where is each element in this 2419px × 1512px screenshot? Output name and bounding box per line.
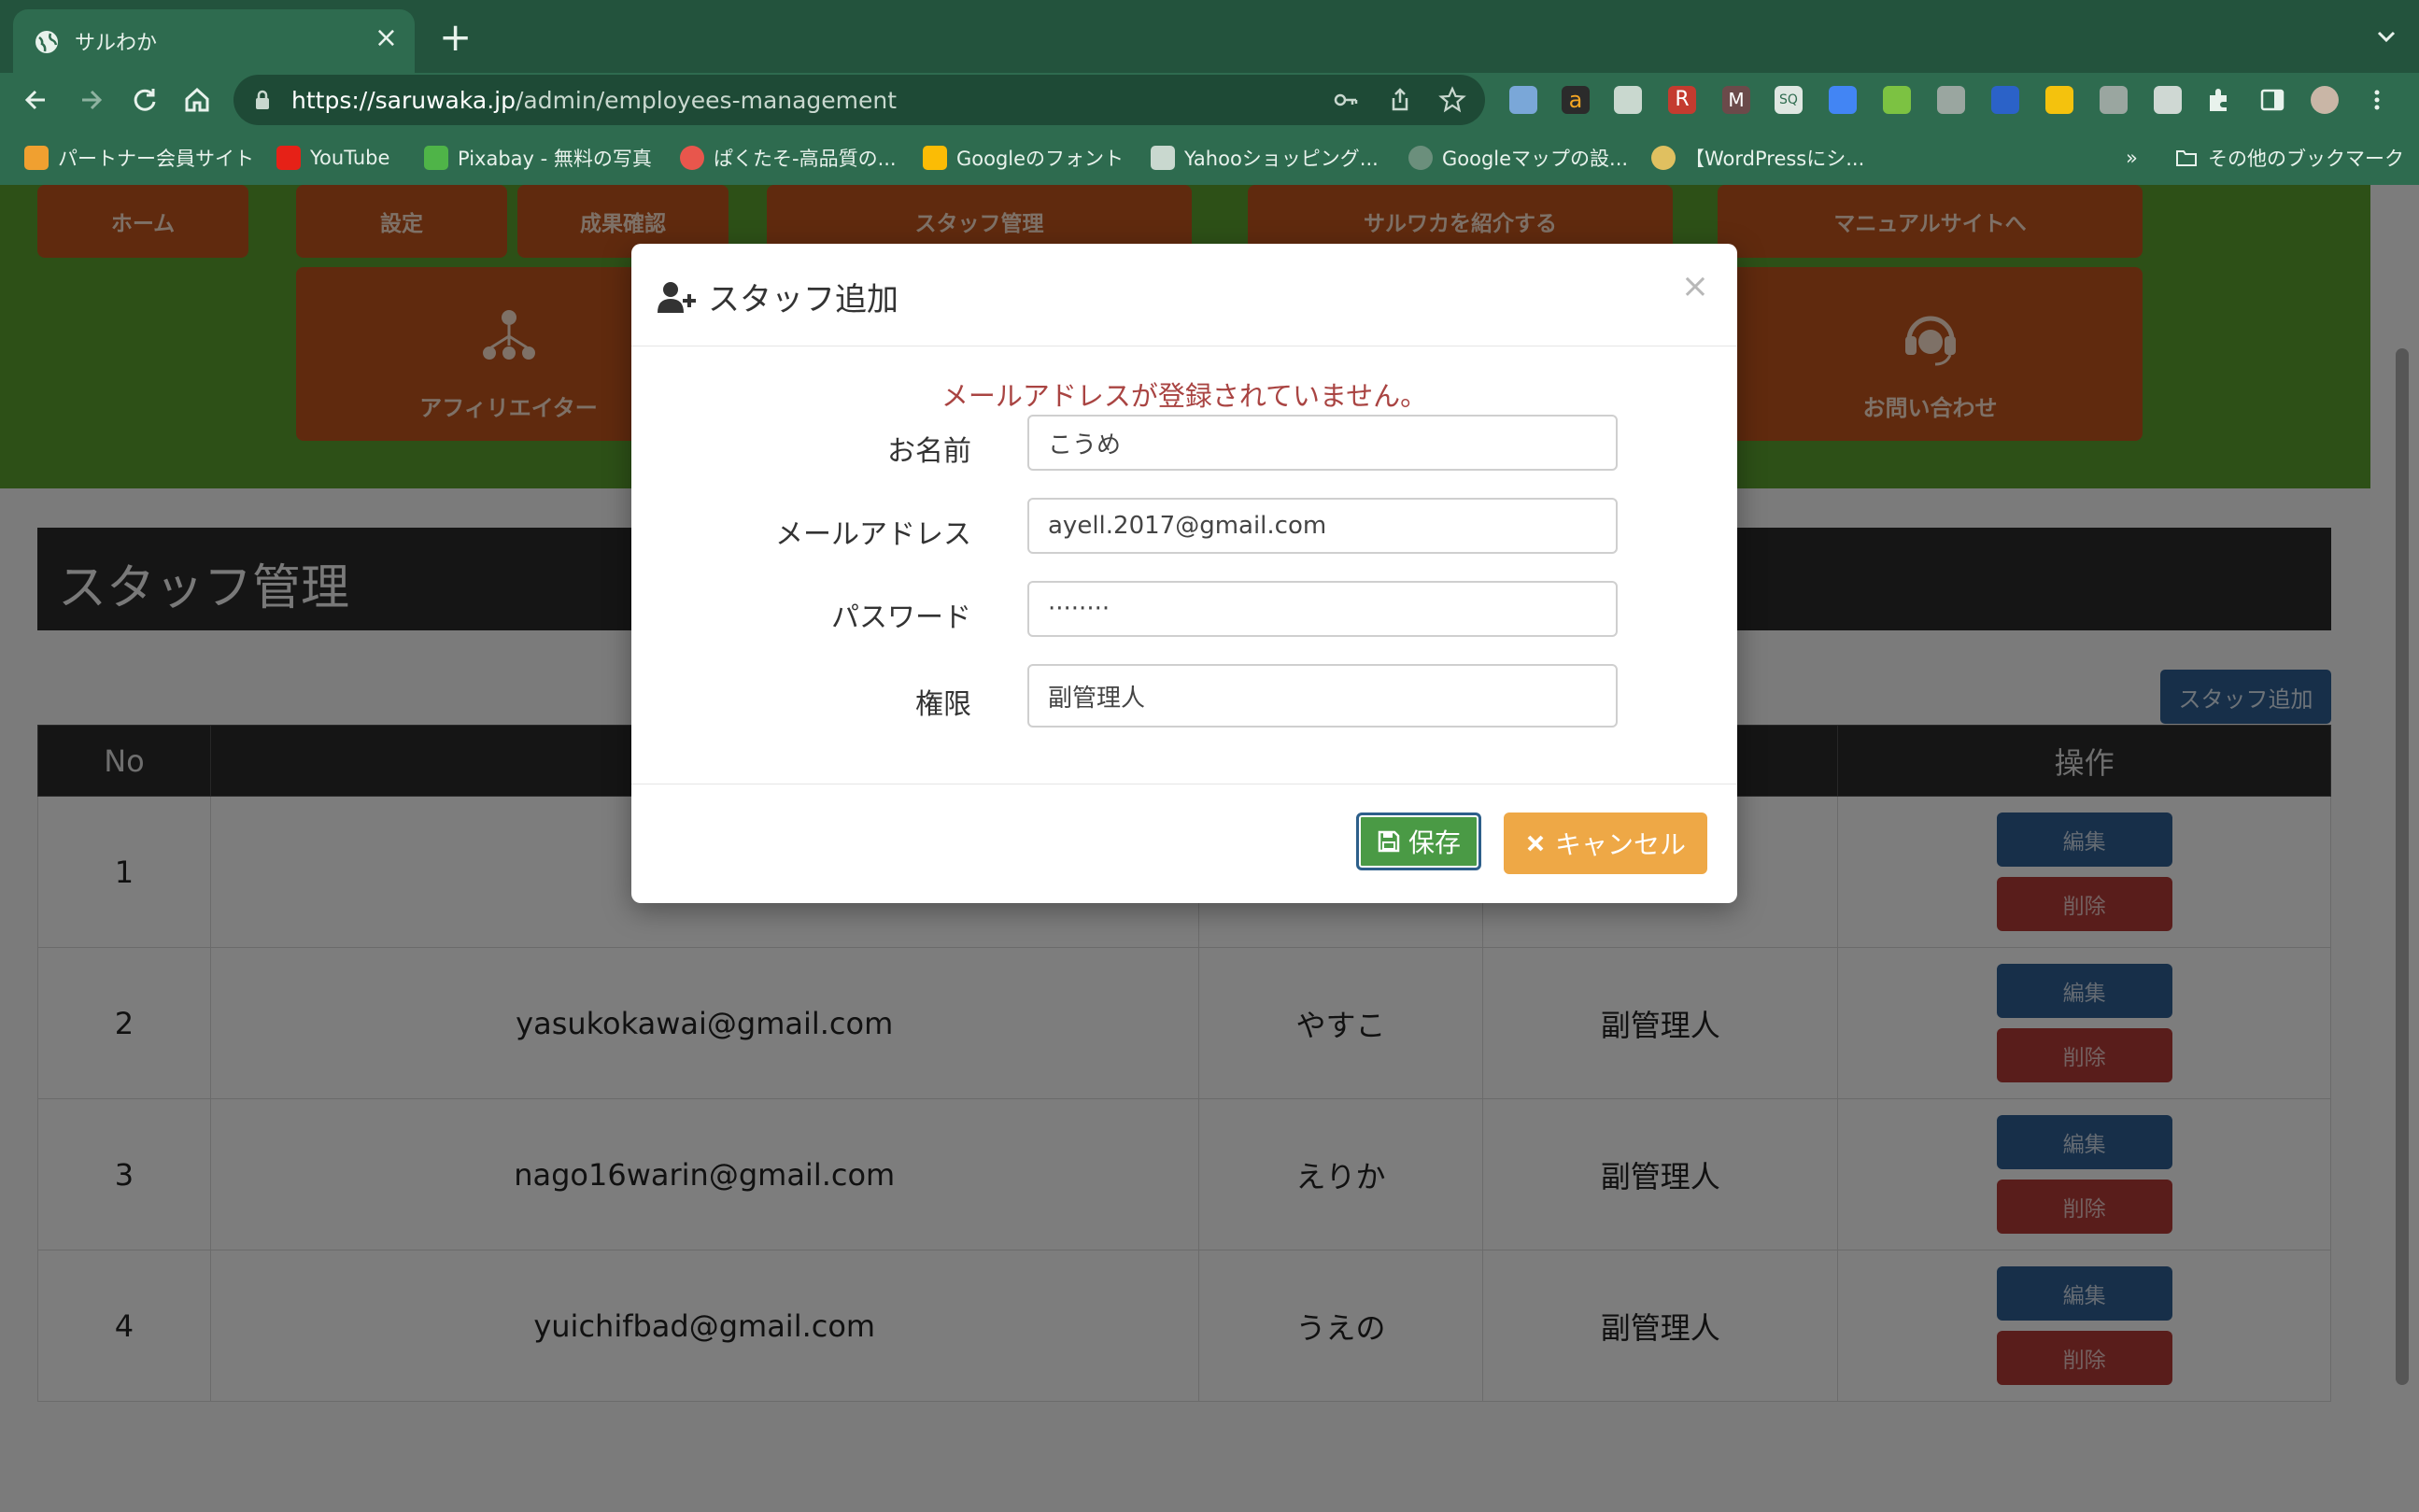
password-row: パスワード ········ xyxy=(631,581,1737,637)
bookmark-item[interactable]: Pixabay - 無料の写真 xyxy=(424,144,652,172)
cancel-button[interactable]: キャンセル xyxy=(1504,813,1707,874)
home-icon[interactable] xyxy=(177,80,217,120)
back-icon[interactable] xyxy=(17,80,56,120)
amazon-icon[interactable]: a xyxy=(1562,86,1590,114)
floppy-disk-icon xyxy=(1378,830,1400,853)
email-label: メールアドレス xyxy=(775,518,971,551)
browser-toolbar: https://saruwaka.jp/admin/employees-mana… xyxy=(0,73,2419,127)
bookmark-icon xyxy=(1408,146,1433,170)
gmail-icon xyxy=(1151,146,1175,170)
email-field[interactable]: ayell.2017@gmail.com xyxy=(1027,498,1618,554)
bookmark-item[interactable]: パートナー会員サイト xyxy=(24,144,254,172)
dialog-footer: 保存 キャンセル xyxy=(631,784,1737,903)
bookmark-item[interactable]: Googleのフォント xyxy=(923,144,1124,172)
chevron-down-icon[interactable] xyxy=(2372,22,2400,50)
name-row: お名前 こうめ xyxy=(631,415,1737,471)
bookmark-item[interactable]: Googleマップの設... xyxy=(1408,144,1628,172)
share-icon[interactable] xyxy=(1386,86,1414,114)
save-button[interactable]: 保存 xyxy=(1356,813,1481,870)
error-message: メールアドレスが登録されていません。 xyxy=(941,380,1428,412)
bookmark-item[interactable]: YouTube xyxy=(276,144,389,172)
extension-photo-icon[interactable] xyxy=(1509,86,1537,114)
bookmarks-overflow[interactable]: » xyxy=(2126,144,2138,172)
forward-icon[interactable] xyxy=(71,80,110,120)
extensions-puzzle-icon[interactable] xyxy=(2204,86,2232,114)
star-icon[interactable] xyxy=(1438,86,1466,114)
bookmark-item[interactable]: ぱくたそ-高品質の... xyxy=(680,144,897,172)
role-label: 権限 xyxy=(915,688,971,721)
password-field[interactable]: ········ xyxy=(1027,581,1618,637)
sync-extension-icon[interactable] xyxy=(2154,86,2182,114)
role-select[interactable]: 副管理人 xyxy=(1027,664,1618,728)
bookmark-icon xyxy=(680,146,704,170)
side-panel-icon[interactable] xyxy=(2258,86,2286,114)
save-label: 保存 xyxy=(1408,827,1461,858)
clover-extension-icon[interactable] xyxy=(1883,86,1911,114)
scrollbar-thumb[interactable] xyxy=(2396,348,2409,1385)
dialog-header: スタッフ追加 × xyxy=(631,244,1737,346)
tab-title: サルわか xyxy=(75,32,158,55)
bookmark-item[interactable]: 【WordPressにシ... xyxy=(1651,144,1864,172)
google-extension-icon[interactable] xyxy=(1829,86,1857,114)
page: ホーム 設定 成果確認 スタッフ管理 サルワカを紹介する マニュアルサイトへ ア… xyxy=(0,185,2419,1512)
mail-extension-icon[interactable] xyxy=(1614,86,1642,114)
more-menu-icon[interactable] xyxy=(2363,86,2391,114)
user-plus-icon xyxy=(658,282,696,313)
youtube-icon xyxy=(276,146,301,170)
name-label: お名前 xyxy=(887,435,971,468)
bookmark-item[interactable]: Yahooショッピング... xyxy=(1151,144,1379,172)
browser-chrome: サルわか × + https://saruwaka.jp/admin/emplo… xyxy=(0,0,2419,185)
scrollbar-track[interactable] xyxy=(2370,185,2419,1512)
m-extension-icon[interactable]: M xyxy=(1722,86,1750,114)
new-tab-button[interactable]: + xyxy=(439,18,472,57)
name-field[interactable]: こうめ xyxy=(1027,415,1618,471)
browser-tab[interactable]: サルわか × xyxy=(13,9,415,73)
puzzle-extension-icon[interactable] xyxy=(2100,86,2128,114)
avatar[interactable] xyxy=(2311,86,2339,114)
other-bookmarks[interactable]: その他のブックマーク xyxy=(2174,144,2404,172)
lock-icon[interactable] xyxy=(254,90,271,110)
bookmarks-bar: パートナー会員サイト YouTube Pixabay - 無料の写真 ぱくたそ-… xyxy=(0,133,2419,181)
rakuten-extension-icon[interactable]: R xyxy=(1668,86,1696,114)
key-icon[interactable] xyxy=(1332,86,1360,114)
address-bar[interactable]: https://saruwaka.jp/admin/employees-mana… xyxy=(233,75,1485,125)
close-icon xyxy=(1527,835,1544,852)
url-text: https://saruwaka.jp/admin/employees-mana… xyxy=(291,87,898,114)
reload-icon[interactable] xyxy=(125,80,164,120)
google-fonts-icon xyxy=(923,146,947,170)
sq-extension-icon[interactable]: SQ xyxy=(1775,86,1803,114)
drive-extension-icon[interactable] xyxy=(2045,86,2073,114)
bookmark-icon xyxy=(1651,146,1676,170)
folder-icon xyxy=(2176,150,2197,166)
close-icon[interactable]: × xyxy=(1681,270,1709,304)
password-label: パスワード xyxy=(831,601,971,634)
add-staff-dialog: スタッフ追加 × メールアドレスが登録されていません。 お名前 こうめ メールア… xyxy=(631,244,1737,903)
dropbox-extension-icon[interactable] xyxy=(1991,86,2019,114)
globe-icon xyxy=(35,31,58,53)
pixabay-icon xyxy=(424,146,448,170)
role-row: 権限 副管理人 xyxy=(631,664,1737,728)
code-extension-icon[interactable] xyxy=(1937,86,1965,114)
tab-strip: サルわか × + xyxy=(0,0,2419,73)
close-tab-icon[interactable]: × xyxy=(375,24,398,52)
bookmark-icon xyxy=(24,146,49,170)
cancel-label: キャンセル xyxy=(1554,829,1686,860)
dialog-title: スタッフ追加 xyxy=(708,281,898,318)
email-row: メールアドレス ayell.2017@gmail.com xyxy=(631,498,1737,554)
